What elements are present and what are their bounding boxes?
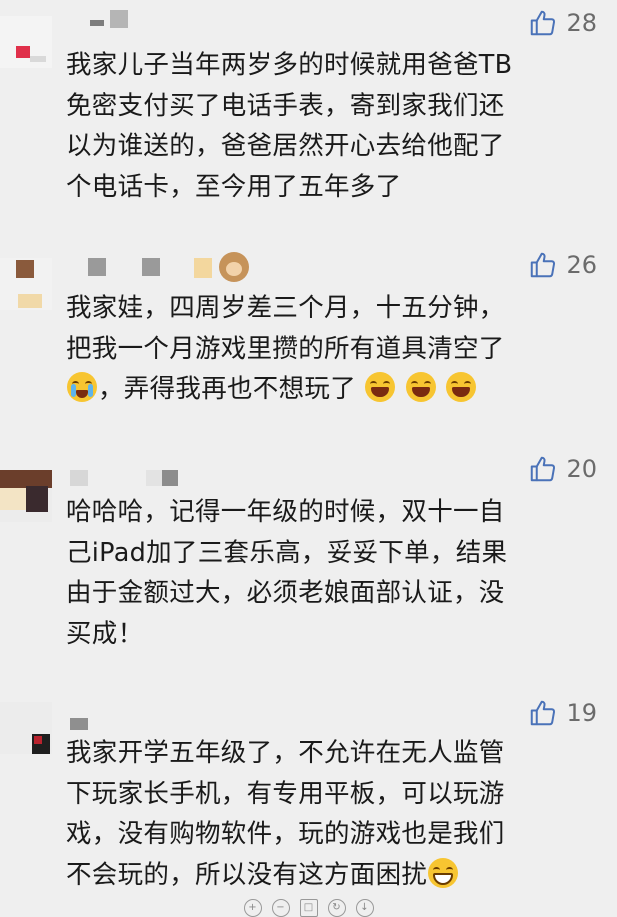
thumbs-up-icon	[528, 698, 558, 728]
laughing-face-emoji-icon	[405, 372, 436, 402]
comment-line: 由于金额过大，必须老娘面部认证，没	[66, 578, 505, 608]
like-button[interactable]: 20	[528, 454, 597, 484]
thumbs-up-icon	[528, 8, 558, 38]
like-count: 28	[566, 9, 597, 37]
laughing-face-emoji-icon	[365, 372, 396, 402]
comment-line: 己iPad加了三套乐高，妥妥下单，结果	[66, 537, 508, 568]
avatar[interactable]	[0, 258, 52, 310]
zoom-in-icon[interactable]: +	[243, 898, 262, 917]
avatar[interactable]	[0, 470, 52, 522]
thumbs-up-icon	[528, 454, 558, 484]
comment-line-text: ，弄得我再也不想玩了	[98, 374, 357, 404]
like-count: 19	[566, 699, 597, 727]
comment-line: 以为谁送的，爸爸居然开心去给他配了	[66, 131, 505, 161]
comment-line: ，弄得我再也不想玩了	[66, 369, 586, 410]
comment-line: 不会玩的，所以没有这方面困扰	[66, 855, 586, 896]
comment-text: 我家儿子当年两岁多的时候就用爸爸TB 免密支付买了电话手表，寄到家我们还 以为谁…	[66, 45, 586, 207]
zoom-out-icon[interactable]: −	[271, 898, 290, 917]
comment-line: 我家开学五年级了，不允许在无人监管	[66, 738, 505, 768]
bottom-toolbar: + − □ ↻ ↓	[0, 898, 617, 917]
comment-line: 戏，没有购物软件，玩的游戏也是我们	[66, 819, 505, 849]
comment-line: 买成！	[66, 618, 144, 649]
comment-text: 我家娃，四周岁差三个月，十五分钟， 把我一个月游戏里攒的所有道具清空了 ，弄得我…	[66, 288, 586, 410]
comment-line: 免密支付买了电话手表，寄到家我们还	[66, 90, 505, 121]
crying-face-emoji-icon	[67, 372, 97, 402]
avatar[interactable]	[0, 702, 52, 754]
download-icon[interactable]: ↓	[355, 898, 374, 917]
comment-text: 哈哈哈，记得一年级的时候，双十一自 己iPad加了三套乐高，妥妥下单，结果 由于…	[66, 492, 586, 654]
fit-icon[interactable]: □	[299, 898, 318, 917]
comment-line: 我家儿子当年两岁多的时候就用爸爸TB	[66, 50, 513, 80]
comment-text: 我家开学五年级了，不允许在无人监管 下玩家长手机，有专用平板，可以玩游 戏，没有…	[66, 733, 586, 895]
comment-line: 下玩家长手机，有专用平板，可以玩游	[66, 778, 505, 809]
monkey-emoji-icon	[219, 252, 249, 282]
comment-line: 个电话卡，至今用了五年多了	[66, 171, 402, 202]
like-count: 20	[566, 455, 597, 483]
laughing-face-emoji-icon	[446, 372, 477, 402]
comment-line: 我家娃，四周岁差三个月，十五分钟，	[66, 293, 505, 323]
comment-line: 哈哈哈，记得一年级的时候，双十一自	[66, 497, 505, 527]
comment-line: 把我一个月游戏里攒的所有道具清空了	[66, 333, 505, 364]
like-button[interactable]: 19	[528, 698, 597, 728]
comment-line-text: 不会玩的，所以没有这方面困扰	[66, 859, 428, 890]
like-button[interactable]: 28	[528, 8, 597, 38]
like-button[interactable]: 26	[528, 250, 597, 280]
like-count: 26	[566, 251, 597, 279]
rotate-icon[interactable]: ↻	[327, 898, 346, 917]
grinning-face-emoji-icon	[428, 857, 459, 888]
avatar[interactable]	[0, 16, 52, 68]
thumbs-up-icon	[528, 250, 558, 280]
